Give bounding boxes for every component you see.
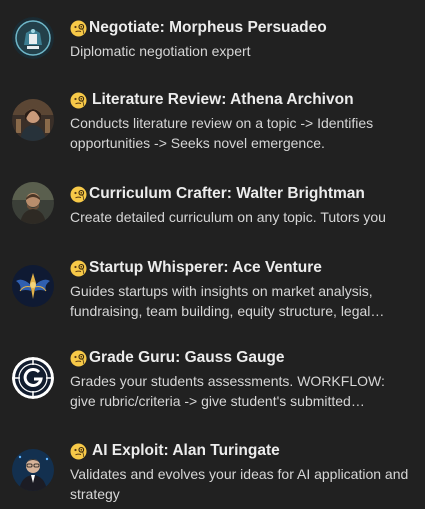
face-with-monocle-icon (70, 92, 87, 109)
gpt-title: Literature Review: Athena Archivon (70, 90, 413, 110)
knight-crest-icon (12, 17, 54, 59)
gpt-name: Curriculum Crafter: Walter Brightman (89, 185, 365, 202)
avatar-ace-venture (12, 265, 54, 307)
gpt-item-startup-whisperer[interactable]: Startup Whisperer: Ace Venture Guides st… (0, 248, 425, 326)
gpt-description: Diplomatic negotiation expert (70, 43, 251, 59)
gpt-item-grade-guru[interactable]: Grade Guru: Gauss Gauge Grades your stud… (0, 340, 425, 418)
g-logo-icon (12, 357, 54, 399)
gpt-item-ai-exploit[interactable]: AI Exploit: Alan Turingate Validates and… (0, 432, 425, 508)
scholar-portrait-icon (12, 99, 54, 141)
gpt-name: Negotiate: Morpheus Persuadeo (89, 19, 327, 36)
gpt-description: Grades your students assessments. WORKFL… (70, 373, 385, 409)
winged-emblem-icon (12, 265, 54, 307)
avatar-morpheus-persuadeo (12, 17, 54, 59)
gpt-description: Validates and evolves your ideas for AI … (70, 466, 409, 502)
gpt-list: Negotiate: Morpheus Persuadeo Diplomatic… (0, 0, 425, 509)
face-with-monocle-icon (70, 443, 87, 460)
gpt-title: AI Exploit: Alan Turingate (70, 441, 413, 461)
avatar-athena-archivon (12, 99, 54, 141)
avatar-alan-turingate (12, 449, 54, 491)
gpt-name: Startup Whisperer: Ace Venture (89, 259, 322, 276)
gpt-title: Grade Guru: Gauss Gauge (70, 348, 413, 368)
gpt-item-curriculum-crafter[interactable]: Curriculum Crafter: Walter Brightman Cre… (0, 175, 425, 233)
face-with-monocle-icon (70, 20, 87, 37)
gpt-item-literature-review[interactable]: Literature Review: Athena Archivon Condu… (0, 82, 425, 160)
gpt-name: Grade Guru: Gauss Gauge (89, 349, 285, 366)
face-with-monocle-icon (70, 350, 87, 367)
gpt-title: Negotiate: Morpheus Persuadeo (70, 18, 413, 38)
avatar-gauss-gauge (12, 357, 54, 399)
face-with-monocle-icon (70, 186, 87, 203)
gpt-description: Create detailed curriculum on any topic.… (70, 209, 386, 225)
avatar-walter-brightman (12, 182, 54, 224)
gpt-name: Literature Review: Athena Archivon (92, 91, 354, 108)
gpt-title: Startup Whisperer: Ace Venture (70, 258, 413, 278)
gpt-item-negotiate[interactable]: Negotiate: Morpheus Persuadeo Diplomatic… (0, 10, 425, 68)
gpt-description: Conducts literature review on a topic ->… (70, 115, 374, 151)
gpt-description: Guides startups with insights on market … (70, 283, 373, 319)
teacher-portrait-icon (12, 182, 54, 224)
tech-portrait-icon (12, 449, 54, 491)
face-with-monocle-icon (70, 260, 87, 277)
gpt-title: Curriculum Crafter: Walter Brightman (70, 184, 413, 204)
gpt-name: AI Exploit: Alan Turingate (92, 442, 280, 459)
